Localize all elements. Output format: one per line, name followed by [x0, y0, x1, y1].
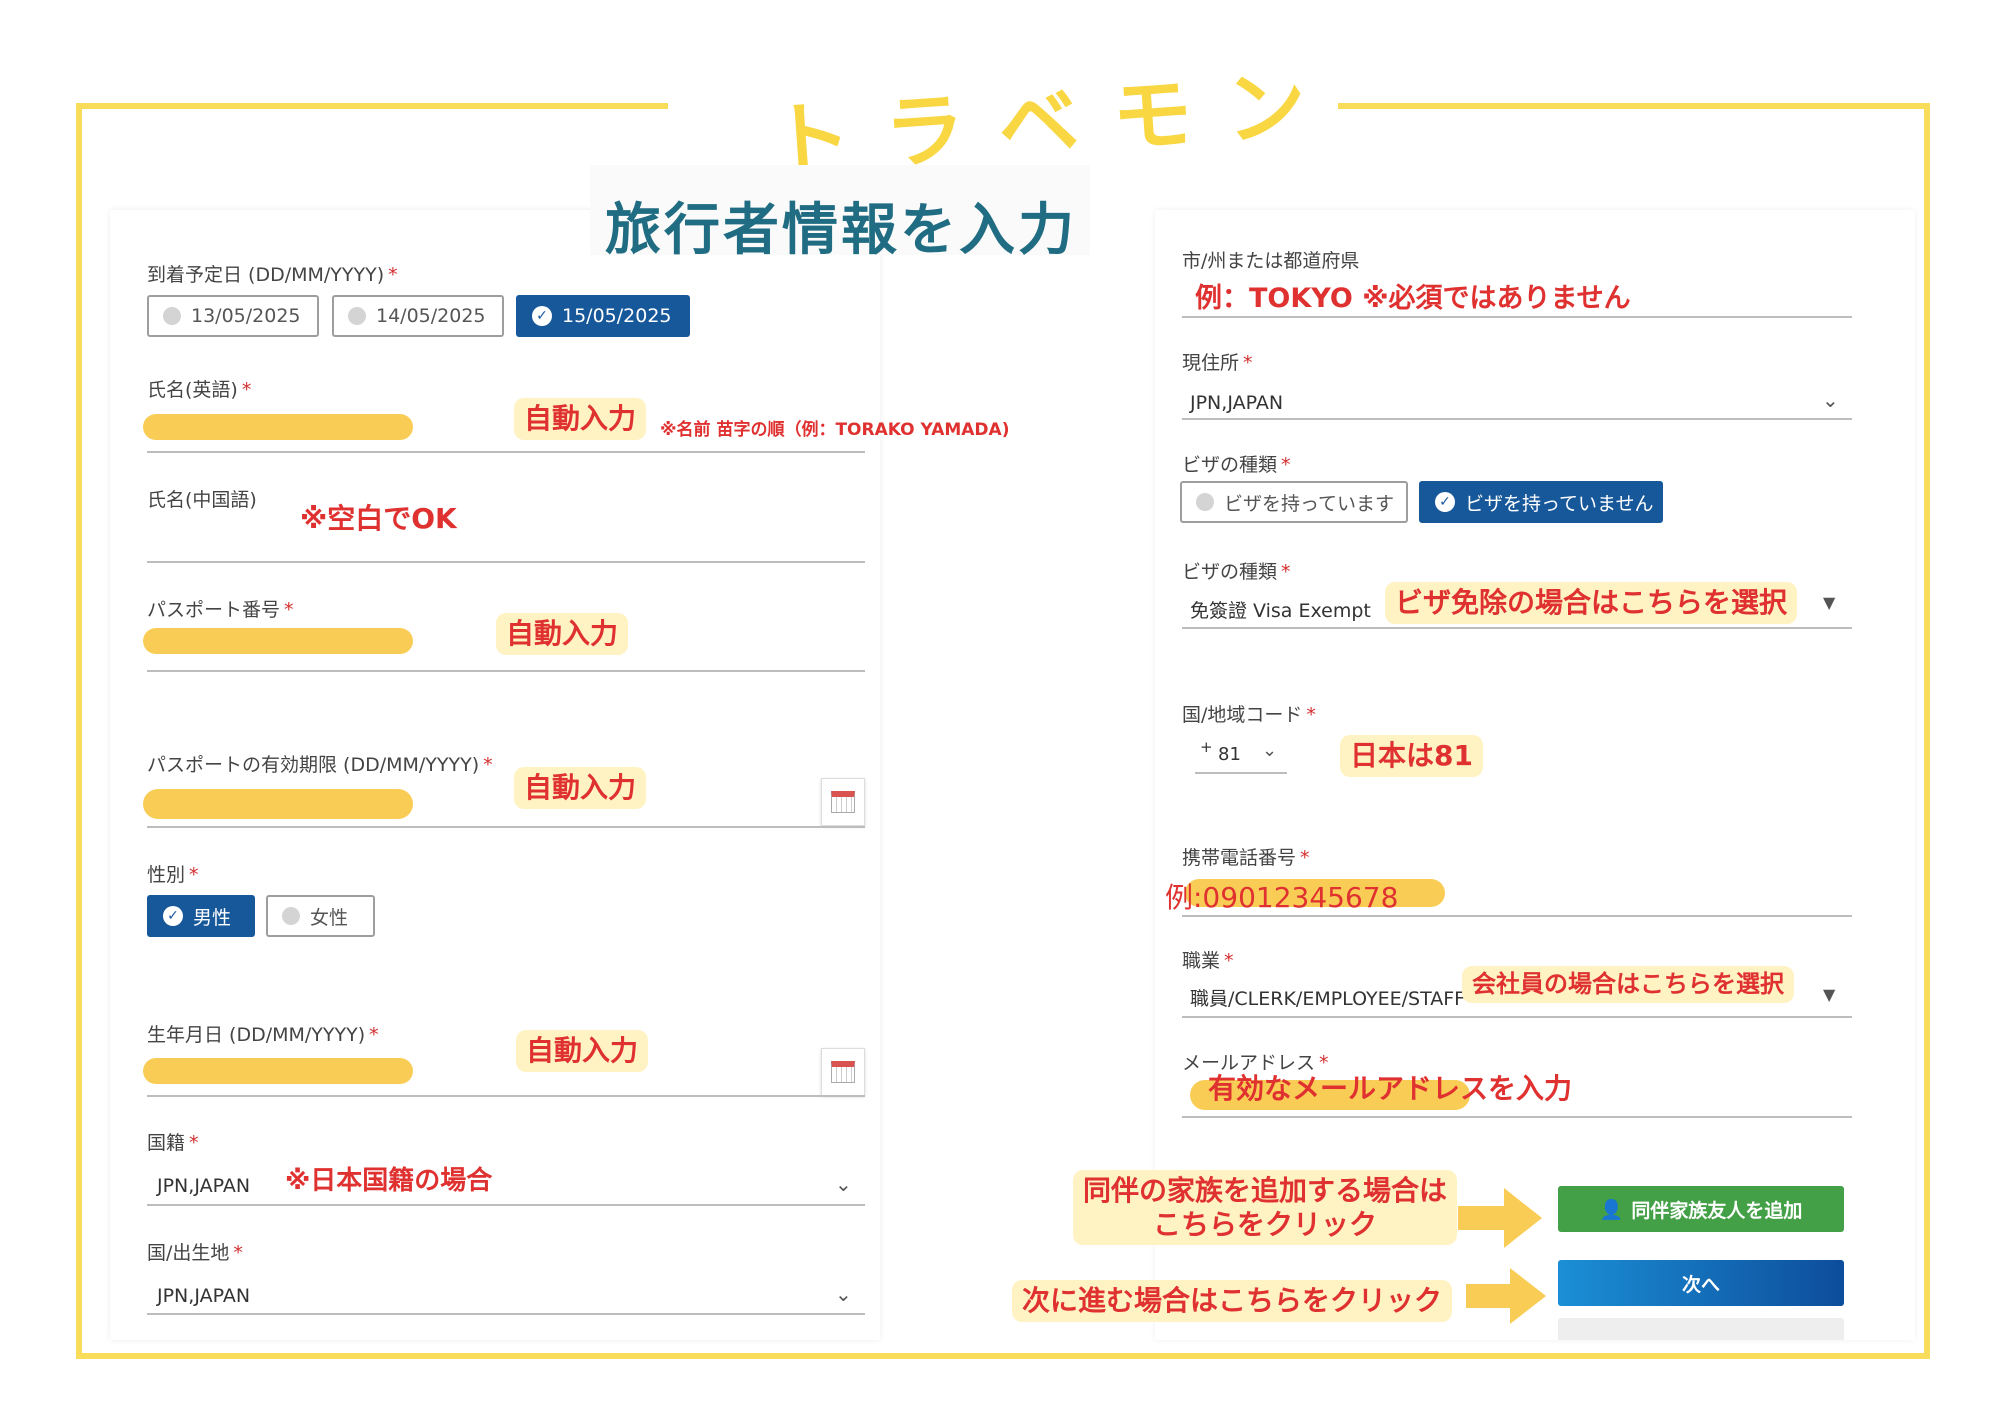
- name-cn-field[interactable]: [147, 561, 865, 563]
- visa-type-label: ビザの種類 *: [1182, 561, 1291, 583]
- residence-label: 現住所 *: [1182, 352, 1253, 374]
- passport-exp-field[interactable]: [147, 826, 865, 828]
- mobile-example: 例:09012345678: [1165, 881, 1399, 914]
- caret-down-icon[interactable]: ▼: [1823, 985, 1835, 1004]
- passport-exp-label: パスポートの有効期限 (DD/MM/YYYY) *: [147, 754, 493, 776]
- job-value[interactable]: 職員/CLERK/EMPLOYEE/STAFF: [1190, 984, 1465, 1011]
- job-field[interactable]: [1182, 1016, 1852, 1018]
- chevron-down-icon[interactable]: ⌄: [1822, 388, 1839, 412]
- name-cn-label: 氏名(中国語): [147, 489, 257, 511]
- country-code-plus: +: [1200, 738, 1213, 756]
- name-cn-note: ※空白でOK: [300, 502, 457, 535]
- mobile-field[interactable]: [1182, 915, 1852, 917]
- birth-label: 生年月日 (DD/MM/YYYY) *: [147, 1024, 379, 1046]
- arrival-label: 到着予定日 (DD/MM/YYYY) *: [147, 264, 398, 286]
- passport-no-tag: 自動入力: [496, 613, 629, 655]
- arrow-right-icon: [1458, 1188, 1542, 1248]
- mobile-label: 携帯電話番号 *: [1182, 847, 1310, 869]
- visa-type-field[interactable]: [1182, 627, 1852, 629]
- city-label: 市/州または都道府県: [1182, 250, 1360, 272]
- name-en-note: ※名前 苗字の順（例：TORAKO YAMADA): [660, 420, 1010, 440]
- nationality-label: 国籍 *: [147, 1132, 199, 1154]
- country-code-value[interactable]: 81: [1218, 744, 1241, 765]
- city-note: 例：TOKYO ※必須ではありません: [1195, 283, 1631, 314]
- gender-label: 性別 *: [147, 864, 199, 886]
- gender-option-male[interactable]: ✓ 男性: [147, 895, 255, 937]
- name-en-field[interactable]: [147, 451, 865, 453]
- add-companion-button[interactable]: 👤 同伴家族友人を追加: [1558, 1186, 1844, 1232]
- job-tag: 会社員の場合はこちらを選択: [1462, 966, 1794, 1003]
- chevron-down-icon[interactable]: ⌄: [1262, 740, 1277, 761]
- nationality-note: ※日本国籍の場合: [285, 1166, 493, 1196]
- visa-option-none[interactable]: ✓ ビザを持っていません: [1419, 481, 1663, 523]
- residence-value[interactable]: JPN,JAPAN: [1190, 392, 1283, 414]
- name-en-label: 氏名(英語) *: [147, 379, 252, 401]
- next-button[interactable]: 次へ: [1558, 1260, 1844, 1306]
- birth-tag: 自動入力: [516, 1030, 649, 1072]
- name-en-tag: 自動入力: [514, 398, 647, 440]
- arrival-option-3[interactable]: ✓ 15/05/2025: [516, 295, 690, 337]
- city-field[interactable]: [1182, 316, 1852, 318]
- visa-type-tag: ビザ免除の場合はこちらを選択: [1385, 582, 1798, 624]
- email-tag: 有効なメールアドレスを入力: [1208, 1072, 1573, 1105]
- chevron-down-icon[interactable]: ⌄: [835, 1282, 852, 1306]
- country-code-label: 国/地域コード *: [1182, 704, 1316, 726]
- nationality-value[interactable]: JPN,JAPAN: [157, 1175, 250, 1197]
- check-circle-icon: ✓: [163, 906, 183, 926]
- passport-exp-highlight: [143, 789, 413, 819]
- visa-option-have[interactable]: ビザを持っています: [1180, 481, 1408, 523]
- caret-down-icon[interactable]: ▼: [1823, 593, 1835, 612]
- country-code-field[interactable]: [1195, 772, 1287, 774]
- passport-no-label: パスポート番号 *: [147, 599, 294, 621]
- cancel-button-partial[interactable]: [1558, 1318, 1844, 1340]
- birthplace-field[interactable]: [147, 1313, 865, 1315]
- check-circle-icon: ✓: [532, 306, 552, 326]
- radio-off-icon: [163, 307, 181, 325]
- birth-field[interactable]: [147, 1095, 865, 1097]
- birthplace-label: 国/出生地 *: [147, 1242, 243, 1264]
- radio-off-icon: [1196, 493, 1214, 511]
- radio-off-icon: [282, 907, 300, 925]
- passport-no-field[interactable]: [147, 670, 865, 672]
- nationality-field[interactable]: [147, 1204, 865, 1206]
- radio-off-icon: [348, 307, 366, 325]
- chevron-down-icon[interactable]: ⌄: [835, 1172, 852, 1196]
- passport-exp-tag: 自動入力: [514, 767, 647, 809]
- birth-highlight: [143, 1058, 413, 1084]
- name-en-highlight: [143, 414, 413, 440]
- page-title: 旅行者情報を入力: [605, 198, 1077, 263]
- job-label: 職業 *: [1182, 950, 1234, 972]
- visa-type-value[interactable]: 免簽證 Visa Exempt: [1190, 596, 1371, 623]
- country-code-tag: 日本は81: [1340, 735, 1483, 777]
- birthplace-value[interactable]: JPN,JAPAN: [157, 1285, 250, 1307]
- next-note: 次に進む場合はこちらをクリック: [1012, 1280, 1453, 1322]
- passport-no-highlight: [143, 628, 413, 654]
- residence-field[interactable]: [1182, 418, 1852, 420]
- gender-option-female[interactable]: 女性: [266, 895, 375, 937]
- arrow-right-icon: [1466, 1268, 1546, 1324]
- email-field[interactable]: [1182, 1116, 1852, 1118]
- visa-have-label: ビザの種類 *: [1182, 454, 1291, 476]
- calendar-icon[interactable]: [821, 778, 865, 826]
- person-add-icon: 👤: [1599, 1198, 1624, 1221]
- arrival-option-2[interactable]: 14/05/2025: [332, 295, 504, 337]
- calendar-icon[interactable]: [821, 1048, 865, 1096]
- arrival-option-1[interactable]: 13/05/2025: [147, 295, 319, 337]
- check-circle-icon: ✓: [1435, 492, 1455, 512]
- add-companion-note: 同伴の家族を追加する場合は こちらをクリック: [1073, 1170, 1458, 1246]
